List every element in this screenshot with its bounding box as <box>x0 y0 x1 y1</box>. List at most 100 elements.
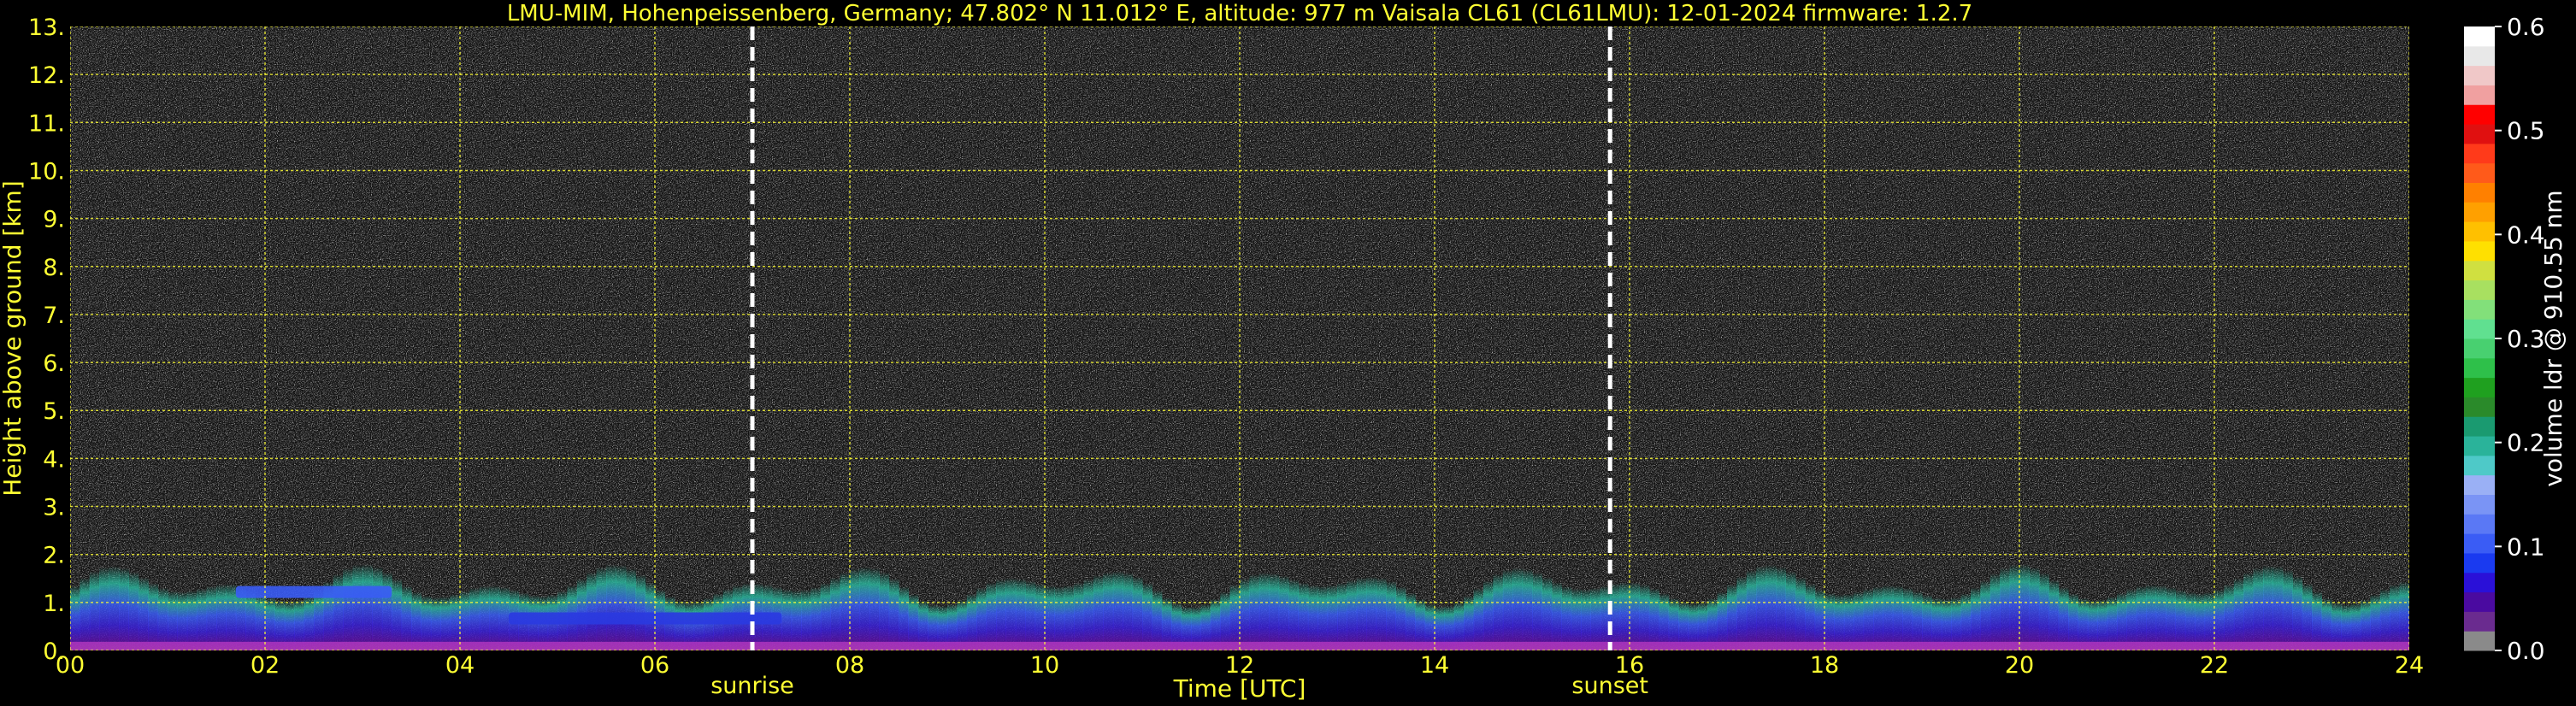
boundary-layer-column <box>596 567 607 650</box>
colorbar-segment <box>2464 436 2495 456</box>
colorbar-segment <box>2464 357 2495 379</box>
boundary-layer-column <box>1765 564 1777 650</box>
x-tick-label: 02 <box>251 652 280 679</box>
boundary-layer-column <box>1307 585 1318 650</box>
boundary-layer-column <box>996 579 1006 650</box>
boundary-layer-column <box>625 568 636 650</box>
boundary-layer-column <box>128 572 139 650</box>
boundary-layer-column <box>1269 573 1280 650</box>
ceilometer-chart: LMU-MIM, Hohenpeissenberg, Germany; 47.8… <box>0 1 2567 703</box>
boundary-layer-column <box>869 568 880 650</box>
colorbar-tick-label: 0.0 <box>2507 637 2545 665</box>
colorbar-segment <box>2464 416 2495 437</box>
colorbar-ticks: 0.00.10.20.30.40.50.6 <box>2495 13 2545 665</box>
colorbar-segment <box>2464 221 2495 242</box>
y-tick-label: 6. <box>43 350 65 377</box>
sun-event-label-sunrise: sunrise <box>710 673 794 699</box>
boundary-layer-column <box>850 568 860 650</box>
boundary-layer-column <box>226 584 237 650</box>
colorbar-segment <box>2464 299 2495 320</box>
boundary-layer-column <box>1337 582 1347 650</box>
boundary-layer-column <box>1512 568 1524 650</box>
colorbar-segment <box>2464 279 2495 300</box>
x-tick-label: 14 <box>1420 652 1449 679</box>
boundary-layer-column <box>888 579 899 650</box>
boundary-layer-column <box>1814 589 1825 650</box>
boundary-layer-column <box>587 572 598 650</box>
boundary-layer-column <box>2038 573 2049 650</box>
boundary-layer-column <box>1395 586 1406 650</box>
colorbar-segment <box>2464 182 2495 203</box>
colorbar-segment <box>2464 143 2495 164</box>
boundary-layer-column <box>1639 584 1650 650</box>
boundary-layer-column <box>1630 582 1640 650</box>
colorbar-segment <box>2464 591 2495 612</box>
colorbar-segment <box>2464 494 2495 515</box>
boundary-layer-column <box>109 566 120 650</box>
colorbar-segment <box>2464 45 2495 67</box>
boundary-layer-column <box>2399 581 2409 650</box>
colorbar-tick-label: 0.6 <box>2507 13 2545 41</box>
boundary-layer-column <box>186 591 197 650</box>
colorbar-tick-label: 0.5 <box>2507 117 2545 145</box>
boundary-layer-column <box>1152 590 1163 650</box>
boundary-layer-column <box>148 583 159 650</box>
boundary-layer-column <box>1386 581 1396 650</box>
boundary-layer-column <box>2272 566 2284 650</box>
boundary-layer-column <box>2233 578 2244 650</box>
boundary-layer-column <box>1229 585 1241 650</box>
boundary-layer-column <box>2009 564 2020 650</box>
boundary-layer-column <box>197 588 208 650</box>
colorbar-segment <box>2464 455 2495 476</box>
boundary-layer-column <box>1502 569 1513 650</box>
boundary-layer-column <box>168 591 178 650</box>
boundary-layer-column <box>479 585 490 650</box>
boundary-layer-column <box>2184 591 2196 650</box>
boundary-layer-column <box>177 591 188 650</box>
boundary-layer-column <box>2048 580 2060 650</box>
colorbar-tick-label: 0.1 <box>2507 532 2545 561</box>
colorbar-segment <box>2464 65 2495 85</box>
boundary-layer-column <box>1005 578 1017 650</box>
x-tick-label: 06 <box>640 652 669 679</box>
boundary-layer-column <box>1902 587 1913 650</box>
x-tick-label: 10 <box>1030 652 1059 679</box>
colorbar <box>2464 26 2495 651</box>
boundary-layer-column <box>99 567 110 650</box>
boundary-layer-column <box>1356 577 1367 650</box>
plot-area <box>70 26 2409 650</box>
x-tick-label: 22 <box>2200 652 2229 679</box>
boundary-layer-column <box>1863 589 1874 650</box>
boundary-layer-column <box>801 590 811 650</box>
boundary-layer-column <box>859 567 870 650</box>
boundary-layer-column <box>1045 585 1055 650</box>
colorbar-segment <box>2464 533 2495 554</box>
boundary-layer-column <box>2117 592 2127 650</box>
boundary-layer-column <box>2292 575 2303 650</box>
boundary-layer-column <box>1590 587 1601 650</box>
boundary-layer-column <box>489 585 500 650</box>
y-tick-label: 10. <box>28 158 65 185</box>
sun-event-label-sunset: sunset <box>1571 673 1648 699</box>
boundary-layer-column <box>1025 580 1036 650</box>
colorbar-segment <box>2464 474 2495 495</box>
boundary-layer-column <box>70 585 80 650</box>
colorbar-segment <box>2464 611 2495 632</box>
boundary-layer-column <box>80 578 91 650</box>
colorbar-segment <box>2464 124 2495 144</box>
boundary-layer-column <box>381 572 392 650</box>
cloud-feature <box>509 612 782 625</box>
colorbar-segment <box>2464 260 2495 281</box>
boundary-layer-column <box>1405 592 1416 650</box>
y-tick-label: 0. <box>43 638 65 665</box>
boundary-layer-column <box>1912 591 1923 650</box>
boundary-layer-column <box>1064 585 1075 650</box>
boundary-layer-column <box>216 584 227 650</box>
x-tick-label: 08 <box>835 652 864 679</box>
boundary-layer-column <box>616 565 627 650</box>
boundary-layer-column <box>314 589 324 650</box>
boundary-layer-column <box>1123 573 1134 650</box>
boundary-layer-column <box>1473 588 1484 650</box>
boundary-layer-column <box>1054 586 1065 650</box>
boundary-layer-column <box>879 572 890 650</box>
